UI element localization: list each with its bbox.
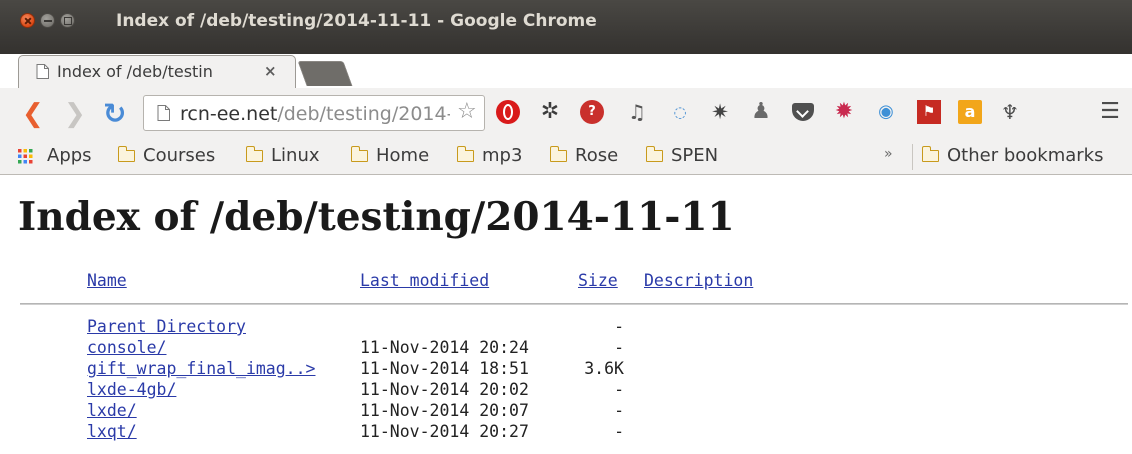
lamp-icon[interactable]: ♆ [998,100,1022,124]
window-maximize-button[interactable] [60,13,75,28]
folder-icon [549,146,567,162]
bookmark-label: Linux [271,145,320,166]
bookmarks-bar: Apps Courses Linux Home mp3 Rose SPEN » … [0,140,1132,175]
modified-cell: 11-Nov-2014 20:27 [360,422,529,441]
page-content: Index of /deb/testing/2014-11-11 Name La… [0,175,1132,454]
modified-cell: 11-Nov-2014 18:51 [360,359,529,378]
bookmark-folder-rose[interactable]: Rose [549,144,619,168]
bookmarks-separator [912,144,913,170]
bookmark-label: Other bookmarks [947,145,1104,166]
size-cell: - [614,338,624,357]
window-title: Index of /deb/testing/2014-11-11 - Googl… [116,11,597,31]
bookmark-label: Home [376,145,430,166]
tab-index-of-deb-testing[interactable]: Index of /deb/testin × [18,55,296,88]
page-icon [36,64,49,79]
red-circle-extension-icon[interactable]: ? [580,100,604,124]
header-divider [20,303,1128,305]
bookmark-folder-linux[interactable]: Linux [245,144,320,168]
apps-grid-icon [18,149,33,164]
bookmark-folder-spen[interactable]: SPEN [645,144,719,168]
pocket-icon[interactable] [792,103,814,121]
sort-by-description-link[interactable]: Description [644,271,753,291]
eye-icon[interactable]: ◉ [874,100,898,124]
entry-link[interactable]: lxde-4gb/ [87,380,176,400]
browser-window: Index of /deb/testing/2014-11-11 - Googl… [0,0,1132,454]
music-note-icon[interactable]: ♫ [625,100,649,124]
bookmark-label: Rose [575,145,619,166]
amazon-icon[interactable]: a [958,100,982,124]
tab-label: Index of /deb/testin [57,62,213,81]
sort-by-last-modified-link[interactable]: Last modified [360,271,489,291]
virus-icon[interactable]: ✹ [832,100,856,124]
bookmark-label: SPEN [671,145,719,166]
bookmarks-overflow-icon[interactable]: » [884,146,893,162]
tab-close-icon[interactable]: × [264,61,277,81]
gear-icon[interactable]: ✲ [538,100,562,124]
window-close-button[interactable] [20,13,35,28]
bookmark-star-icon[interactable]: ☆ [457,99,477,125]
parent-directory-link[interactable]: Parent Directory [87,317,246,337]
modified-cell: 11-Nov-2014 20:02 [360,380,529,399]
red-square-extension-icon[interactable]: ⚑ [917,100,941,124]
sparkle-icon[interactable]: ✷ [708,100,732,124]
page-icon [157,105,170,121]
url-text[interactable]: rcn-ee.net/deb/testing/2014-11-11/ [180,102,450,126]
window-titlebar[interactable]: Index of /deb/testing/2014-11-11 - Googl… [0,0,1132,88]
page-title: Index of /deb/testing/2014-11-11 [18,194,735,240]
folder-icon [456,146,474,162]
opera-icon[interactable] [496,100,520,124]
browser-toolbar: ❮ ❯ ↻ rcn-ee.net/deb/testing/2014-11-11/… [0,88,1132,140]
size-cell: 3.6K [584,359,624,378]
bookmark-label: Courses [143,145,216,166]
sort-by-name-link[interactable]: Name [87,271,127,291]
menu-icon[interactable]: ☰ [1098,100,1122,124]
entry-link[interactable]: lxqt/ [87,422,137,442]
back-arrow-icon[interactable]: ❮ [22,101,44,127]
reload-icon[interactable]: ↻ [103,100,126,128]
bookmark-apps[interactable]: Apps [47,144,92,168]
entry-link[interactable]: lxde/ [87,401,137,421]
bookmark-folder-mp3[interactable]: mp3 [456,144,523,168]
folder-icon [350,146,368,162]
entry-link[interactable]: console/ [87,338,166,358]
size-cell: - [614,401,624,420]
address-bar[interactable]: rcn-ee.net/deb/testing/2014-11-11/ ☆ [143,95,485,131]
bookmark-folder-home[interactable]: Home [350,144,430,168]
window-minimize-button[interactable] [40,13,55,28]
modified-cell: 11-Nov-2014 20:07 [360,401,529,420]
url-path: /deb/testing/2014-11-11/ [277,103,450,125]
forward-arrow-icon[interactable]: ❯ [64,101,86,127]
bookmark-folder-other[interactable]: Other bookmarks [921,144,1104,168]
folder-icon [117,146,135,162]
folder-icon [645,146,663,162]
folder-icon [921,146,939,162]
size-cell: - [614,380,624,399]
person-icon[interactable]: ♟ [749,100,773,124]
size-cell: - [614,422,624,441]
size-cell: - [614,317,624,336]
sort-by-size-link[interactable]: Size [578,271,618,291]
bookmark-label: mp3 [482,145,523,166]
folder-icon [245,146,263,162]
bookmark-folder-courses[interactable]: Courses [117,144,216,168]
entry-link[interactable]: gift_wrap_final_imag..> [87,359,315,379]
chat-bubble-icon[interactable]: ◌ [668,100,692,124]
new-tab-button[interactable] [297,61,353,86]
url-host: rcn-ee.net [180,103,278,125]
modified-cell: 11-Nov-2014 20:24 [360,338,529,357]
